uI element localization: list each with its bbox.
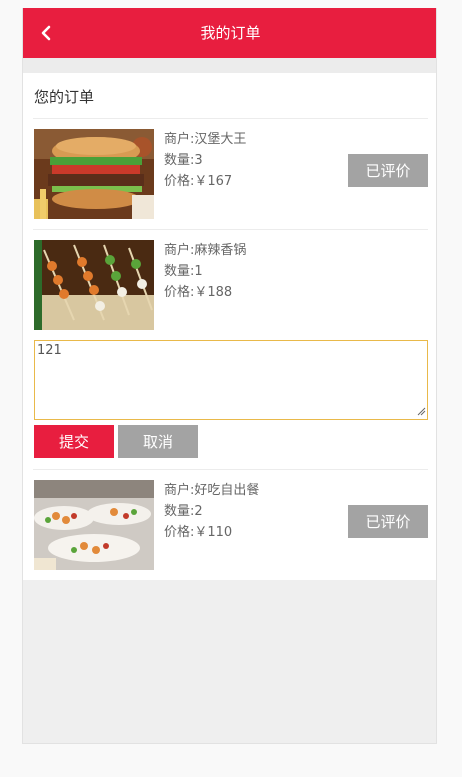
order-quantity: 数量:1	[164, 264, 203, 279]
order-image-skewers[interactable]	[34, 240, 154, 330]
phone-frame: 我的订单 您的订单 商户:汉堡大王 数量:3 价格:￥167 已评价 商户:麻辣…	[22, 8, 437, 744]
divider	[33, 118, 428, 119]
resize-grip-icon[interactable]	[416, 406, 426, 416]
rated-button[interactable]: 已评价	[348, 505, 428, 538]
order-info: 商户:汉堡大王 数量:3 价格:￥167	[164, 129, 246, 192]
merchant-name: 商户:麻辣香锅	[164, 243, 247, 258]
page-title: 我的订单	[200, 24, 261, 42]
order-info: 商户:麻辣香锅 数量:1 价格:￥188	[164, 240, 246, 303]
rated-button[interactable]: 已评价	[348, 154, 428, 187]
divider	[33, 229, 428, 230]
comment-input[interactable]: 121	[34, 340, 428, 420]
header-bar: 我的订单	[23, 8, 436, 58]
order-info: 商户:好吃自出餐 数量:2 价格:￥110	[164, 480, 259, 543]
divider	[33, 469, 428, 470]
orders-card: 您的订单 商户:汉堡大王 数量:3 价格:￥167 已评价 商户:麻辣香锅 数量…	[23, 73, 436, 580]
order-price: 价格:￥188	[164, 285, 233, 300]
cancel-button[interactable]: 取消	[118, 425, 198, 458]
merchant-name: 商户:好吃自出餐	[164, 483, 260, 498]
order-image-buffet[interactable]	[34, 480, 154, 570]
order-quantity: 数量:3	[164, 153, 203, 168]
merchant-name: 商户:汉堡大王	[164, 132, 247, 147]
submit-button[interactable]: 提交	[34, 425, 114, 458]
order-quantity: 数量:2	[164, 504, 203, 519]
header-gap	[23, 58, 436, 73]
section-title: 您的订单	[34, 88, 95, 106]
order-image-burger[interactable]	[34, 129, 154, 219]
order-price: 价格:￥167	[164, 174, 233, 189]
order-price: 价格:￥110	[164, 525, 233, 540]
